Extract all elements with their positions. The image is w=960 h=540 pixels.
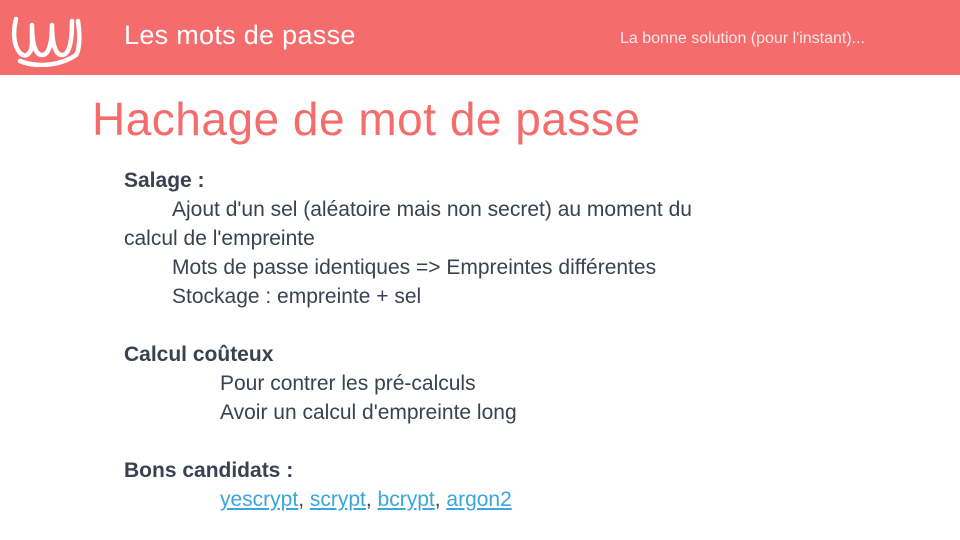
salage-line-3: Stockage : empreinte + sel [172,285,422,308]
candidats-heading: Bons candidats : [124,459,294,482]
link-argon2[interactable]: argon2 [446,488,511,511]
salage-line-1a: Ajout d'un sel (aléatoire mais non secre… [172,198,692,221]
calcul-heading: Calcul coûteux [124,343,274,366]
presentation-subtitle: La bonne solution (pour l'instant)... [620,30,865,47]
wave-logo-icon [11,16,82,67]
slide-body: Salage : Ajout d'un sel (aléatoire mais … [124,166,824,514]
calcul-line-2: Avoir un calcul d'empreinte long [220,401,517,424]
salage-heading: Salage : [124,169,205,192]
separator: , [298,488,310,511]
salage-line-1b: calcul de l'empreinte [124,227,315,250]
separator: , [434,488,447,511]
calcul-line-1: Pour contrer les pré-calculs [220,372,476,395]
link-yescrypt[interactable]: yescrypt [220,488,298,511]
link-scrypt[interactable]: scrypt [310,488,366,511]
link-bcrypt[interactable]: bcrypt [378,488,435,511]
salage-line-2: Mots de passe identiques => Empreintes d… [172,256,657,279]
presentation-title: Les mots de passe [124,20,356,50]
separator: , [365,488,378,511]
header-bar: Les mots de passe La bonne solution (pou… [0,0,960,75]
candidats-links: yescrypt, scrypt, bcrypt, argon2 [124,485,824,514]
slide-title: Hachage de mot de passe [92,93,641,145]
